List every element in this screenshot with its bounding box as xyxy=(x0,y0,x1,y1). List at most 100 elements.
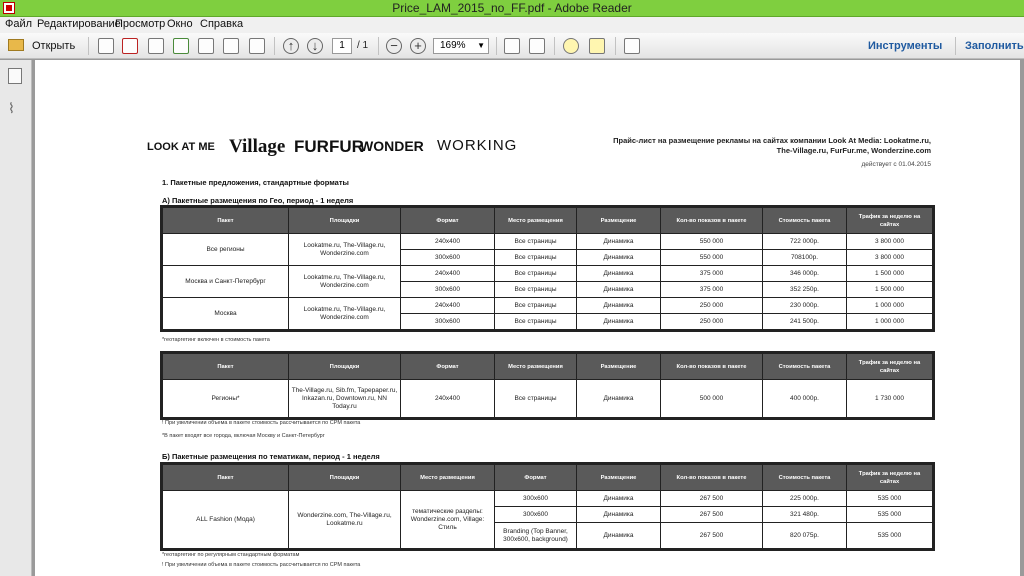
impressions-cell: 267 500 xyxy=(660,522,763,549)
column-header: Размещение xyxy=(576,207,661,234)
traffic-cell: 1 500 000 xyxy=(846,281,933,298)
create-pdf-icon[interactable] xyxy=(98,38,114,54)
menu-view[interactable]: Просмотр xyxy=(115,18,165,30)
placement-cell: Все страницы xyxy=(494,281,577,298)
format-cell: 300x600 xyxy=(400,313,495,330)
wonder-logo: WONDER xyxy=(360,138,424,154)
highlight-icon[interactable] xyxy=(589,38,605,54)
column-header: Место размещения xyxy=(494,353,577,380)
cloud-upload-icon[interactable] xyxy=(173,38,189,54)
zoom-out-icon[interactable]: − xyxy=(386,38,402,54)
impressions-cell: 267 500 xyxy=(660,490,763,507)
format-cell: 300x600 xyxy=(400,249,495,266)
column-header: Место размещения xyxy=(400,464,495,491)
type-cell: Динамика xyxy=(576,249,661,266)
impressions-cell: 500 000 xyxy=(660,379,763,418)
folder-icon xyxy=(8,39,24,51)
price-cell: 241 500р. xyxy=(762,313,847,330)
tools-link[interactable]: Инструменты xyxy=(868,40,942,52)
format-cell: 240x400 xyxy=(400,265,495,282)
next-page-icon[interactable]: ↓ xyxy=(307,38,323,54)
toolbar-separator xyxy=(496,37,497,55)
price-cell: 225 000р. xyxy=(762,490,847,507)
type-cell: Динамика xyxy=(576,313,661,330)
pdf-page: LOOK AT ME Village FURFUR WONDER WORKING… xyxy=(35,60,1020,576)
section-a-title: А) Пакетные размещения по Гео, период - … xyxy=(162,196,354,205)
valid-from: действует с 01.04.2015 xyxy=(861,161,931,168)
traffic-cell: 535 000 xyxy=(846,490,933,507)
placement-cell: Все страницы xyxy=(494,249,577,266)
traffic-cell: 1 500 000 xyxy=(846,265,933,282)
zoom-value: 169% xyxy=(440,40,466,51)
menu-edit[interactable]: Редактирование xyxy=(37,18,121,30)
menu-window[interactable]: Окно xyxy=(167,18,193,30)
fill-sign-link[interactable]: Заполнить xyxy=(965,40,1024,52)
type-cell: Динамика xyxy=(576,379,661,418)
traffic-cell: 3 800 000 xyxy=(846,249,933,266)
village-logo: Village xyxy=(229,136,286,157)
email-icon[interactable] xyxy=(249,38,265,54)
fit-width-icon[interactable] xyxy=(529,38,545,54)
column-header: Формат xyxy=(494,464,577,491)
traffic-cell: 535 000 xyxy=(846,522,933,549)
menu-file[interactable]: Файл xyxy=(5,18,32,30)
sites-cell: Lookatme.ru, The-Village.ru, Wonderzine.… xyxy=(288,233,401,266)
expand-icon[interactable] xyxy=(624,38,640,54)
traffic-cell: 3 800 000 xyxy=(846,233,933,250)
comment-icon[interactable] xyxy=(563,38,579,54)
toolbar-separator xyxy=(274,37,275,55)
impressions-cell: 250 000 xyxy=(660,313,763,330)
regions-package-table: Пакет Площадки Формат Место размещения Р… xyxy=(160,351,935,420)
geo-packages-table: Пакет Площадки Формат Место размещения Р… xyxy=(160,205,935,332)
zoom-in-icon[interactable]: + xyxy=(410,38,426,54)
zoom-select[interactable]: 169% ▼ xyxy=(433,38,489,54)
column-header: Площадки xyxy=(288,464,401,491)
column-header: Пакет xyxy=(162,207,289,234)
type-cell: Динамика xyxy=(576,297,661,314)
document-area[interactable]: LOOK AT ME Village FURFUR WONDER WORKING… xyxy=(33,60,1024,576)
save-icon[interactable] xyxy=(198,38,214,54)
menu-help[interactable]: Справка xyxy=(200,18,243,30)
type-cell: Динамика xyxy=(576,265,661,282)
title-bar: Price_LAM_2015_no_FF.pdf - Adobe Reader xyxy=(0,0,1024,17)
sites-cell: Lookatme.ru, The-Village.ru, Wonderzine.… xyxy=(288,297,401,330)
toolbar-separator xyxy=(955,37,956,55)
page-count: / 1 xyxy=(357,40,369,51)
pages-icon[interactable] xyxy=(8,68,22,84)
price-cell: 722 000р. xyxy=(762,233,847,250)
table-row: Москва и Санкт-Петербург Lookatme.ru, Th… xyxy=(162,265,933,298)
price-cell: 820 075р. xyxy=(762,522,847,549)
impressions-cell: 550 000 xyxy=(660,249,763,266)
pdf-export-icon[interactable] xyxy=(122,38,138,54)
placement-cell: Все страницы xyxy=(494,313,577,330)
traffic-cell: 1 000 000 xyxy=(846,297,933,314)
price-cell: 346 000р. xyxy=(762,265,847,282)
column-header: Трафик за неделю на сайтах xyxy=(846,207,933,234)
price-cell: 321 480р. xyxy=(762,506,847,523)
format-cell: 240x400 xyxy=(400,297,495,314)
previous-page-icon[interactable]: ↑ xyxy=(283,38,299,54)
type-cell: Динамика xyxy=(576,281,661,298)
fit-page-icon[interactable] xyxy=(504,38,520,54)
column-header: Стоимость пакета xyxy=(762,207,847,234)
format-cell: 240x400 xyxy=(400,233,495,250)
column-header: Площадки xyxy=(288,353,401,380)
toolbar-separator xyxy=(615,37,616,55)
format-cell: Branding (Top Banner, 300x600, backgroun… xyxy=(494,522,577,549)
column-header: Трафик за неделю на сайтах xyxy=(846,464,933,491)
type-cell: Динамика xyxy=(576,490,661,507)
regions-note-1: ! При увеличении объема в пакете стоимос… xyxy=(162,420,361,426)
print-icon[interactable] xyxy=(223,38,239,54)
window-title: Price_LAM_2015_no_FF.pdf - Adobe Reader xyxy=(392,1,632,15)
page-number-input[interactable]: 1 xyxy=(332,38,352,54)
lookatme-logo: LOOK AT ME xyxy=(147,141,215,153)
column-header: Кол-во показов в пакете xyxy=(660,207,763,234)
placement-cell: Все страницы xyxy=(494,297,577,314)
open-button[interactable]: Открыть xyxy=(8,37,78,55)
attachment-icon[interactable]: ⌇ xyxy=(8,100,22,116)
table-row: Москва Lookatme.ru, The-Village.ru, Wond… xyxy=(162,297,933,330)
edit-document-icon[interactable] xyxy=(148,38,164,54)
menu-bar: Файл Редактирование Просмотр Окно Справк… xyxy=(0,17,1024,33)
price-cell: 400 000р. xyxy=(762,379,847,418)
working-logo: WORKING xyxy=(437,137,518,154)
